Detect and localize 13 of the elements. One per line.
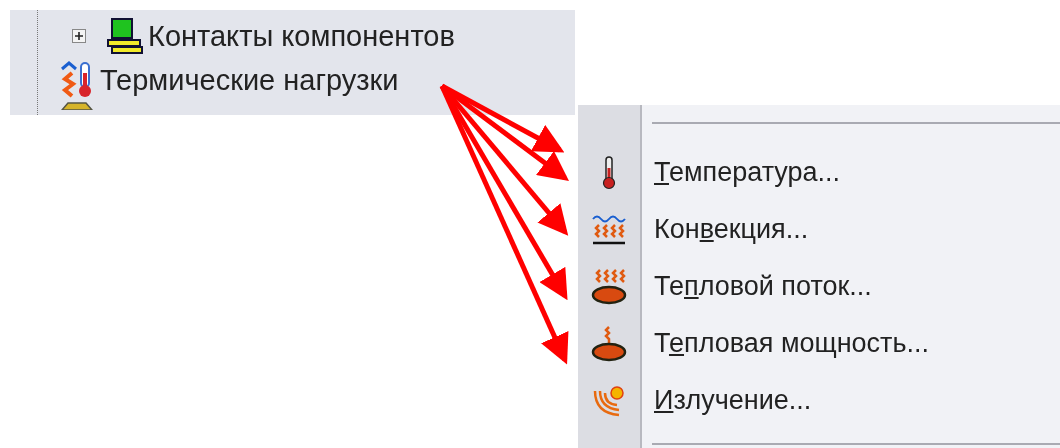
heat-flux-icon: [591, 267, 627, 306]
tree-item-label[interactable]: Контакты компонентов: [148, 19, 455, 53]
thermometer-icon: [602, 155, 616, 190]
tree-item-label[interactable]: Термические нагрузки: [100, 63, 399, 97]
tree-item-icon: [60, 102, 94, 110]
menu-item[interactable]: Тепловая мощность...: [578, 315, 1060, 372]
menu-item[interactable]: Конвекция...: [578, 201, 1060, 258]
menu-item[interactable]: Излучение...: [578, 372, 1060, 429]
monitor-icon: [106, 18, 144, 54]
expand-icon[interactable]: [72, 29, 86, 43]
menu-item[interactable]: Тепловой поток...: [578, 258, 1060, 315]
heat-power-icon: [591, 324, 627, 363]
menu-item[interactable]: Температура...: [578, 144, 1060, 201]
